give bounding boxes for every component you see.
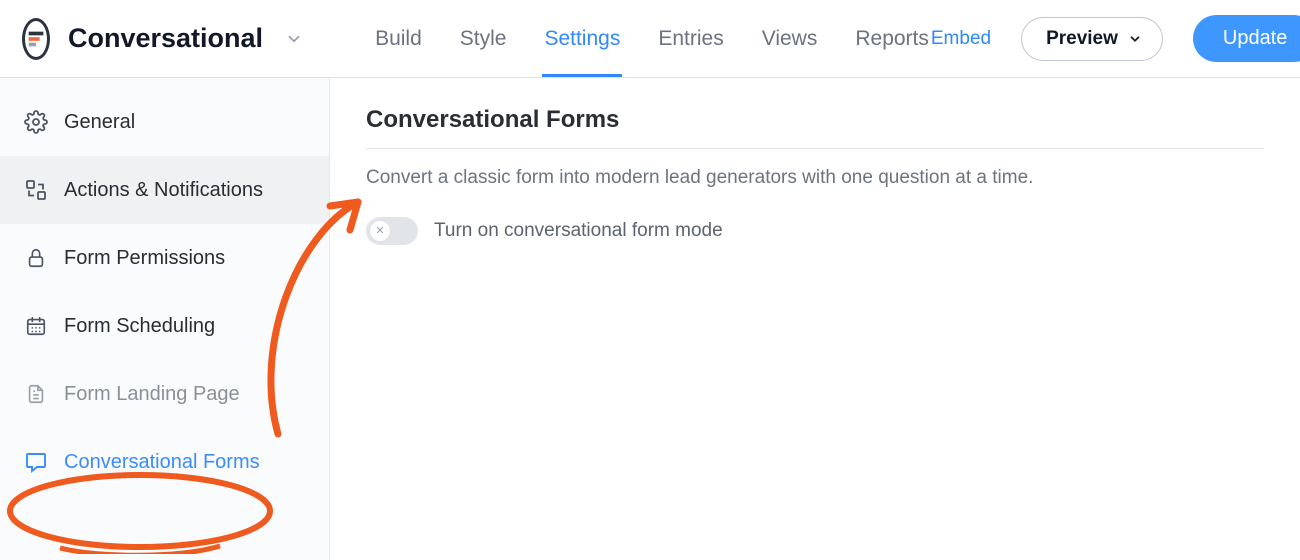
body: General Actions & Notifications Form Per… (0, 78, 1300, 560)
form-title[interactable]: Conversational (68, 23, 263, 54)
panel-description: Convert a classic form into modern lead … (366, 167, 1264, 189)
tab-style[interactable]: Style (458, 1, 509, 77)
preview-button-label: Preview (1046, 28, 1118, 50)
sidebar-item-form-scheduling[interactable]: Form Scheduling (0, 292, 329, 360)
form-switcher-dropdown[interactable] (285, 30, 303, 48)
sidebar-item-label: Form Landing Page (64, 383, 240, 406)
chevron-down-icon (1128, 32, 1142, 46)
logo-glyph-icon (25, 28, 47, 50)
conversational-mode-toggle-row: ✕ Turn on conversational form mode (366, 217, 1264, 245)
calendar-icon (24, 314, 48, 338)
sidebar-item-form-permissions[interactable]: Form Permissions (0, 224, 329, 292)
header-actions: Embed Preview Update (931, 15, 1300, 62)
sidebar-item-label: Form Permissions (64, 247, 225, 270)
tab-settings[interactable]: Settings (542, 1, 622, 77)
settings-sidebar: General Actions & Notifications Form Per… (0, 78, 330, 560)
swap-icon (24, 178, 48, 202)
page-icon (24, 382, 48, 406)
sidebar-item-conversational-forms[interactable]: Conversational Forms (0, 428, 329, 496)
tab-entries[interactable]: Entries (656, 1, 725, 77)
sidebar-item-actions-notifications[interactable]: Actions & Notifications (0, 156, 329, 224)
close-icon: ✕ (375, 226, 384, 237)
app-logo (22, 18, 50, 60)
conversational-mode-toggle[interactable]: ✕ (366, 217, 418, 245)
toggle-knob: ✕ (369, 220, 391, 242)
sidebar-item-label: General (64, 111, 135, 134)
toggle-label: Turn on conversational form mode (434, 220, 723, 242)
primary-tabs: Build Style Settings Entries Views Repor… (373, 1, 931, 77)
sidebar-item-form-landing-page[interactable]: Form Landing Page (0, 360, 329, 428)
top-bar: Conversational Build Style Settings Entr… (0, 0, 1300, 78)
chat-icon (24, 450, 48, 474)
preview-button[interactable]: Preview (1021, 17, 1163, 61)
tab-reports[interactable]: Reports (853, 1, 931, 77)
lock-icon (24, 246, 48, 270)
sidebar-item-general[interactable]: General (0, 88, 329, 156)
chevron-down-icon (285, 30, 303, 48)
settings-panel: Conversational Forms Convert a classic f… (330, 78, 1300, 560)
sidebar-item-label: Form Scheduling (64, 315, 215, 338)
gear-icon (24, 110, 48, 134)
update-button[interactable]: Update (1193, 15, 1300, 62)
tab-views[interactable]: Views (760, 1, 820, 77)
sidebar-item-label: Actions & Notifications (64, 179, 263, 202)
embed-link[interactable]: Embed (931, 28, 991, 50)
sidebar-item-label: Conversational Forms (64, 451, 260, 474)
panel-title: Conversational Forms (366, 106, 1264, 149)
tab-build[interactable]: Build (373, 1, 424, 77)
